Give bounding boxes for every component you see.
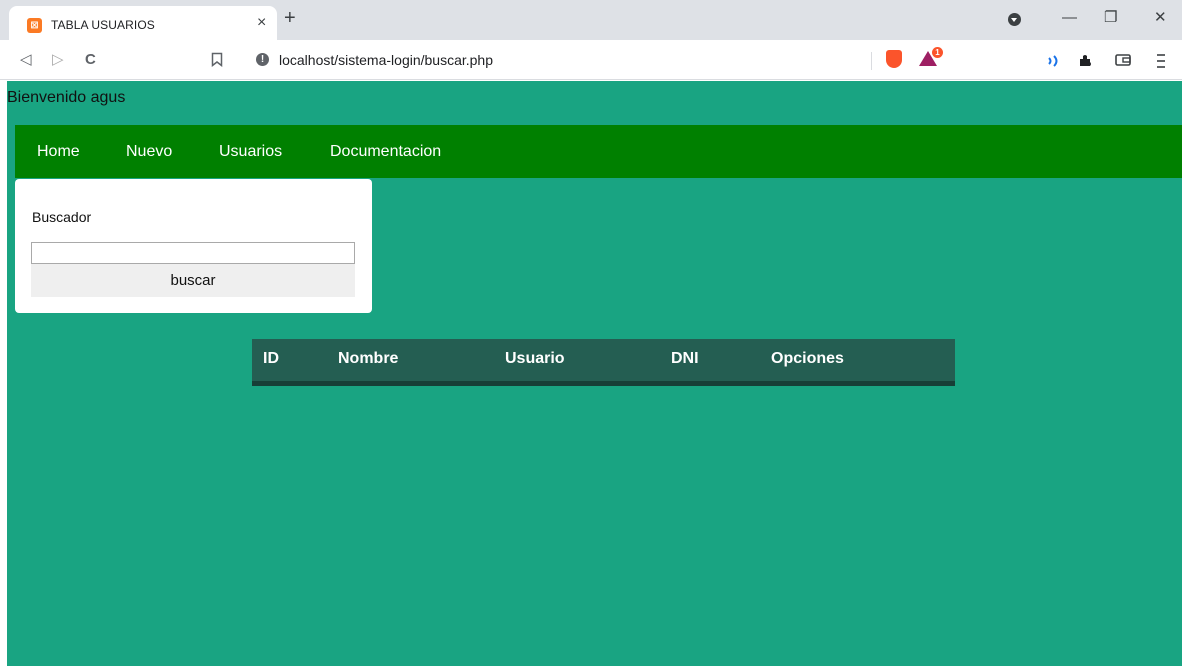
tab-title: TABLA USUARIOS — [51, 18, 155, 32]
search-button[interactable]: buscar — [31, 264, 355, 297]
wallet-connect-icon[interactable] — [1046, 54, 1062, 68]
main-navbar: Home Nuevo Usuarios Documentacion — [15, 125, 1182, 178]
brave-shields-icon[interactable] — [886, 50, 902, 68]
welcome-message: Bienvenido agus — [7, 89, 126, 106]
nav-documentacion-link[interactable]: Documentacion — [330, 143, 441, 161]
tab-close-icon[interactable]: × — [257, 15, 266, 31]
reload-icon[interactable]: C — [85, 51, 96, 69]
browser-toolbar: ◁ ▷ C ! localhost/sistema-login/buscar.p… — [0, 40, 1182, 80]
extensions-icon[interactable] — [1078, 53, 1094, 69]
url-text[interactable]: localhost/sistema-login/buscar.php — [279, 52, 493, 68]
wallet-icon[interactable] — [1115, 53, 1131, 67]
browser-tab[interactable]: ⊠ TABLA USUARIOS × — [9, 6, 277, 40]
back-icon[interactable]: ◁ — [20, 51, 32, 69]
minimize-button[interactable]: — — [1062, 10, 1077, 26]
maximize-button[interactable]: ❐ — [1104, 10, 1117, 26]
users-table-header: ID Nombre Usuario DNI Opciones — [252, 339, 955, 386]
column-header-dni: DNI — [671, 350, 699, 367]
column-header-opciones: Opciones — [771, 350, 844, 367]
close-window-button[interactable]: ✕ — [1154, 10, 1167, 26]
omnibox-divider — [871, 52, 872, 70]
column-header-nombre: Nombre — [338, 350, 399, 367]
column-header-usuario: Usuario — [505, 350, 565, 367]
menu-icon[interactable] — [1156, 53, 1166, 69]
nav-home-link[interactable]: Home — [37, 143, 80, 161]
address-bar[interactable]: ! localhost/sistema-login/buscar.php 1 — [242, 45, 960, 75]
tab-strip: ⊠ TABLA USUARIOS × + — ❐ ✕ — [0, 0, 1182, 40]
search-panel: Buscador buscar — [15, 179, 372, 313]
rewards-badge: 1 — [932, 47, 943, 58]
new-tab-button[interactable]: + — [284, 8, 296, 28]
bookmark-icon[interactable] — [211, 52, 223, 67]
xampp-favicon-icon: ⊠ — [27, 18, 42, 33]
site-info-icon[interactable]: ! — [256, 53, 269, 66]
forward-icon[interactable]: ▷ — [52, 51, 64, 69]
brave-menu-icon[interactable] — [1008, 13, 1021, 26]
nav-usuarios-link[interactable]: Usuarios — [219, 143, 282, 161]
nav-nuevo-link[interactable]: Nuevo — [126, 143, 172, 161]
page-viewport: Bienvenido agus Home Nuevo Usuarios Docu… — [7, 81, 1182, 666]
search-input[interactable] — [31, 242, 355, 264]
search-label: Buscador — [32, 209, 92, 225]
column-header-id: ID — [263, 350, 279, 367]
